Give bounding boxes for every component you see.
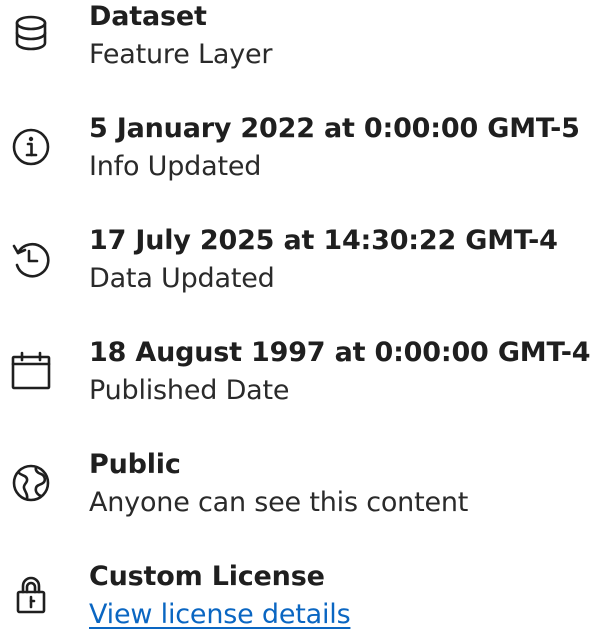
info-icon: [8, 124, 54, 170]
item-details-list: Dataset Feature Layer 5 January 2022 at …: [0, 0, 592, 637]
detail-title: 17 July 2025 at 14:30:22 GMT-4: [89, 225, 558, 256]
detail-title: 5 January 2022 at 0:00:00 GMT-5: [89, 113, 580, 144]
detail-subtitle: Data Updated: [89, 263, 275, 294]
globe-icon: [8, 460, 54, 506]
detail-subtitle: Anyone can see this content: [89, 487, 469, 518]
detail-title: 18 August 1997 at 0:00:00 GMT-4: [89, 337, 591, 368]
detail-row-license: Custom License View license details: [0, 560, 592, 637]
detail-subtitle: Info Updated: [89, 151, 262, 182]
detail-subtitle: Published Date: [89, 375, 290, 406]
detail-title: Dataset: [89, 1, 207, 32]
detail-row-published-date: 18 August 1997 at 0:00:00 GMT-4 Publishe…: [0, 336, 592, 416]
detail-row-data-updated: 17 July 2025 at 14:30:22 GMT-4 Data Upda…: [0, 224, 592, 304]
lock-icon: [8, 572, 54, 618]
detail-subtitle: Feature Layer: [89, 39, 273, 70]
database-icon: [8, 10, 54, 56]
detail-row-info-updated: 5 January 2022 at 0:00:00 GMT-5 Info Upd…: [0, 112, 592, 192]
detail-title: Custom License: [89, 561, 325, 592]
view-license-details-link[interactable]: View license details: [89, 598, 351, 632]
calendar-icon: [8, 348, 54, 394]
detail-title: Public: [89, 449, 181, 480]
detail-row-type: Dataset Feature Layer: [0, 0, 592, 80]
history-icon: [8, 236, 54, 282]
detail-row-sharing: Public Anyone can see this content: [0, 448, 592, 528]
